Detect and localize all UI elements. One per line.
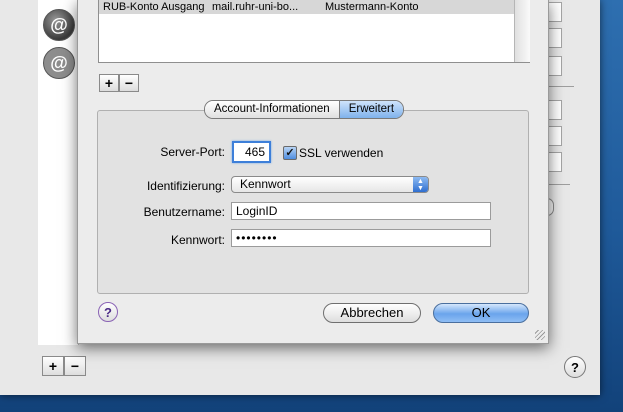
account-icon[interactable]: @ [43,9,75,41]
cancel-button[interactable]: Abbrechen [323,303,421,323]
at-icon: @ [50,14,68,35]
bg-field[interactable] [548,152,562,172]
vertical-scrollbar[interactable] [514,0,530,62]
ssl-label: SSL verwenden [299,146,384,160]
help-button[interactable]: ? [98,302,118,322]
password-field[interactable]: •••••••• [231,229,491,247]
account-name-cell: Mustermann-Konto [325,1,419,13]
authentication-label: Identifizierung: [146,179,225,193]
tab-account-information[interactable]: Account-Informationen [205,101,339,118]
account-icon-selected[interactable]: @ [43,47,75,79]
bg-field[interactable] [548,28,562,48]
bg-field[interactable] [548,126,562,146]
username-field[interactable]: LoginID [231,202,491,220]
username-label: Benutzername: [143,205,225,219]
server-name-cell: mail.ruhr-uni-bo... [212,1,299,13]
server-port-label: Server-Port: [160,145,225,159]
bg-field[interactable] [548,2,562,22]
question-icon: ? [104,304,112,320]
bg-field[interactable] [548,56,562,76]
table-row[interactable]: RUB-Konto Ausgang mail.ruhr-uni-bo... Mu… [99,0,514,14]
at-icon: @ [50,52,68,73]
server-list-table[interactable]: RUB-Konto Ausgang mail.ruhr-uni-bo... Mu… [98,0,530,63]
remove-account-button[interactable]: − [64,356,86,376]
server-port-field[interactable]: 465 [232,141,271,163]
tab-advanced[interactable]: Erweitert [338,101,404,118]
ok-button[interactable]: OK [433,303,529,323]
add-server-button[interactable]: + [99,74,119,92]
ssl-checkbox[interactable]: ✓ [283,146,297,160]
bg-field[interactable] [548,100,562,120]
checkmark-icon: ✓ [285,147,295,159]
popup-arrows-icon: ▲▼ [413,177,428,192]
resize-grip-icon[interactable] [535,330,545,340]
authentication-value: Kennwort [240,177,291,191]
divider [548,86,574,87]
divider [548,184,570,185]
tab-control: Account-Informationen Erweitert [204,100,405,119]
server-description-cell: RUB-Konto Ausgang [103,1,205,13]
password-label: Kennwort: [170,233,225,247]
help-button-background[interactable]: ? [564,356,586,378]
smtp-server-sheet: RUB-Konto Ausgang mail.ruhr-uni-bo... Mu… [77,0,549,344]
authentication-popup[interactable]: Kennwort ▲▼ [231,176,429,193]
remove-server-button[interactable]: − [119,74,139,92]
add-account-button[interactable]: + [42,356,64,376]
